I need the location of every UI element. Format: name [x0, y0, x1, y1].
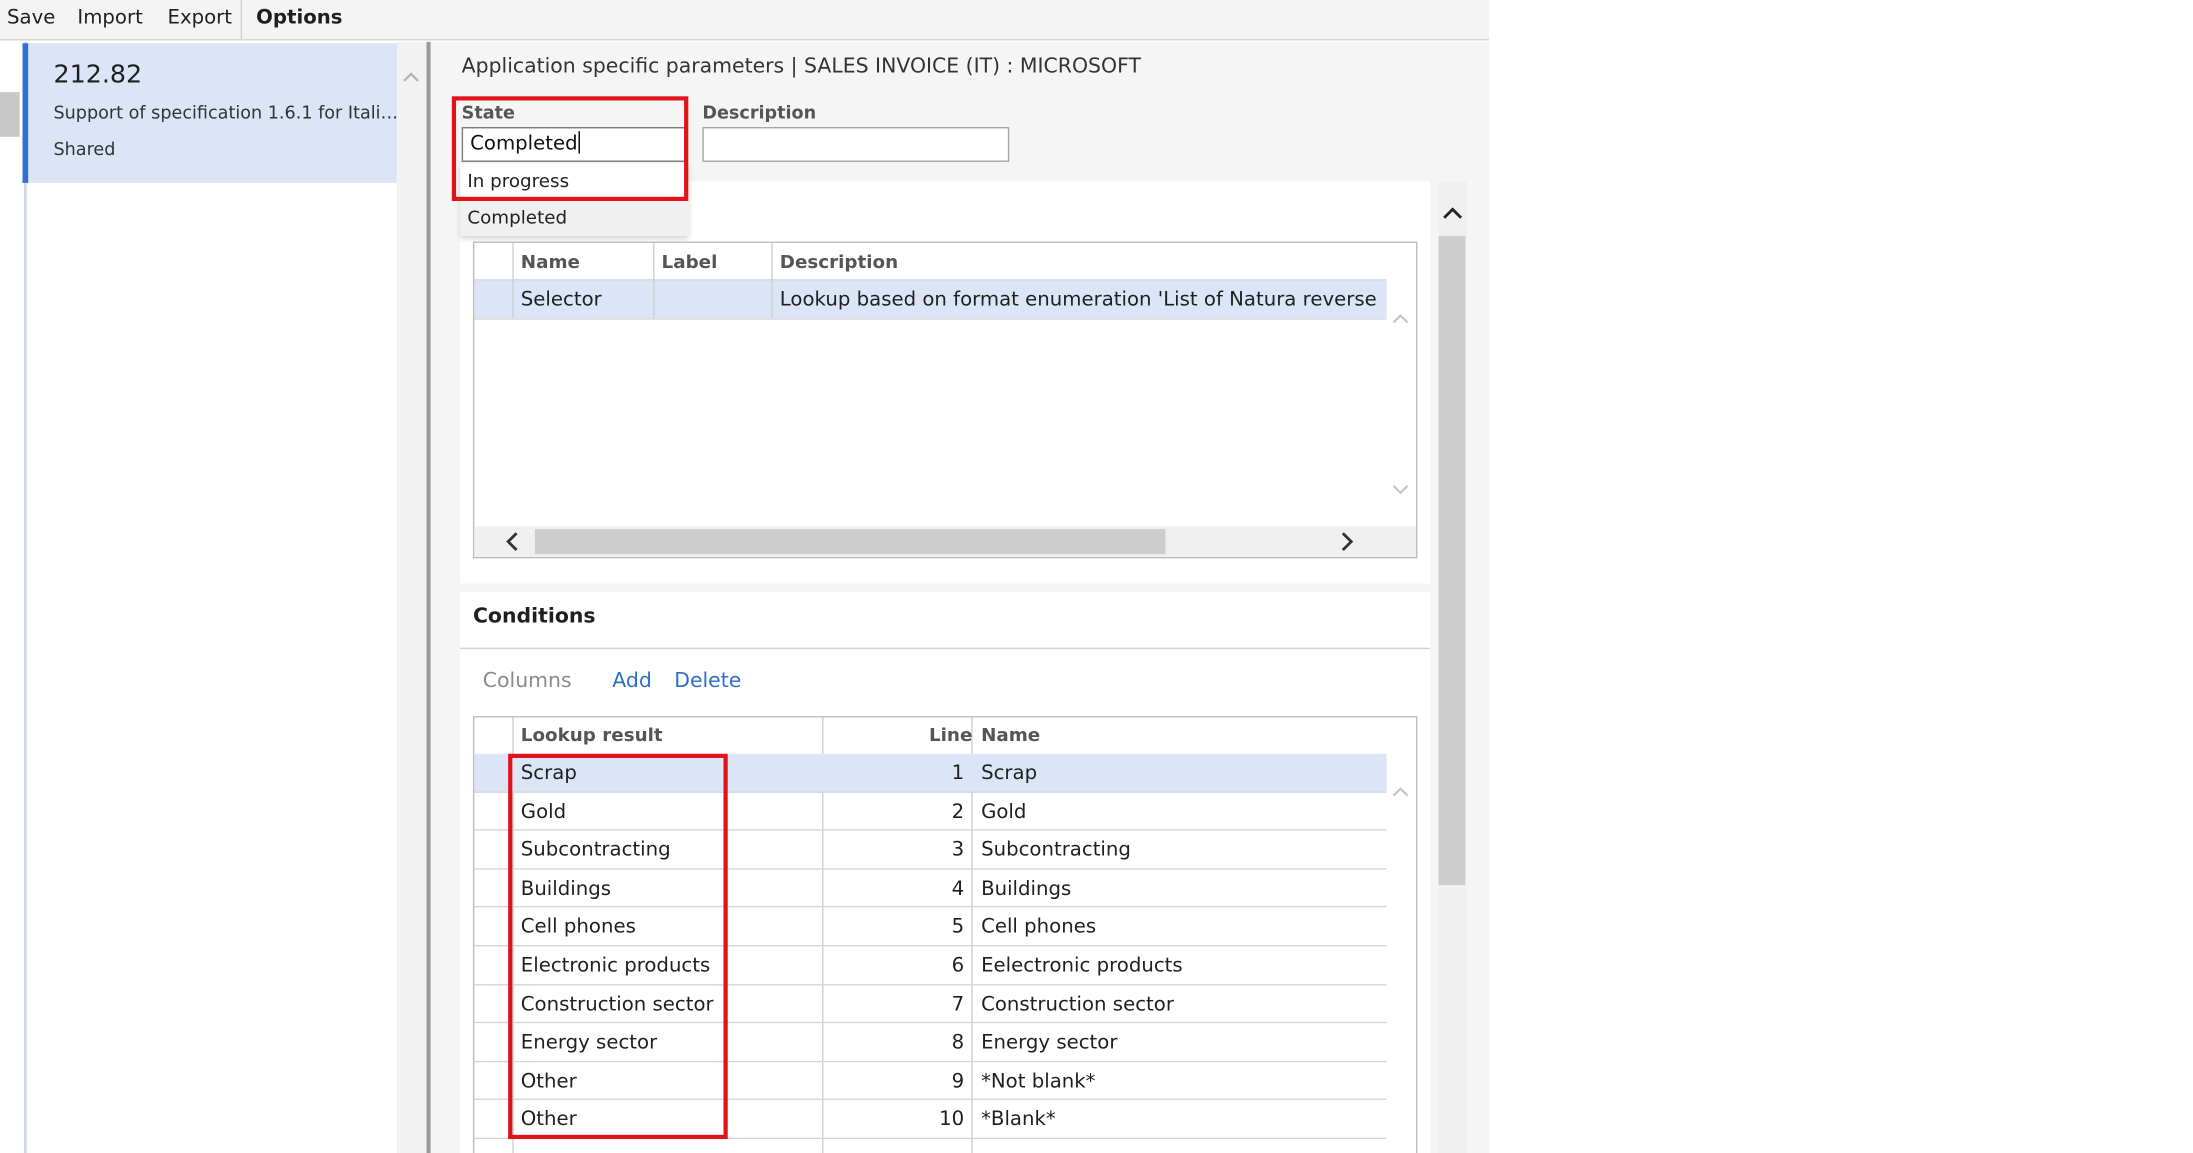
cell-line: 5 — [951, 916, 965, 939]
conditions-divider — [460, 647, 1431, 650]
row-divider — [474, 318, 1387, 320]
cell-line: 4 — [951, 877, 965, 901]
chevron-down-icon[interactable] — [1391, 482, 1411, 499]
chevron-up-icon[interactable] — [1441, 202, 1464, 222]
cell-name: Gold — [981, 800, 1027, 824]
col-label[interactable]: Label — [662, 253, 718, 274]
lookup-result-highlight-box — [508, 753, 728, 1140]
page-title: Application specific parameters | SALES … — [461, 55, 1141, 79]
chevron-up-icon[interactable] — [1391, 783, 1411, 800]
left-scroll-gutter — [396, 41, 428, 1153]
col-name[interactable]: Name — [521, 253, 580, 274]
version-number: 212.82 — [53, 60, 143, 90]
screen: Save Import Export Options 212.82 Suppor… — [0, 0, 2193, 1153]
save-button[interactable]: Save — [7, 0, 55, 39]
blank-area — [1489, 0, 2193, 1153]
col-divider — [653, 242, 655, 319]
left-edge-handle[interactable] — [0, 92, 20, 137]
options-button[interactable]: Options — [256, 0, 342, 39]
delete-button[interactable]: Delete — [674, 670, 741, 692]
cell-name: Subcontracting — [981, 839, 1131, 862]
col-divider — [771, 242, 773, 319]
col-divider — [512, 242, 514, 319]
cell-line: 1 — [951, 762, 965, 785]
cell-line: 9 — [951, 1070, 965, 1093]
col-lookup-result[interactable]: Lookup result — [521, 726, 663, 747]
add-button[interactable]: Add — [612, 670, 652, 692]
conditions-title: Conditions — [472, 605, 596, 629]
col-name[interactable]: Name — [981, 726, 1040, 747]
horizontal-scroll-thumb[interactable] — [534, 529, 1166, 555]
chevron-up-icon[interactable] — [401, 67, 421, 87]
description-label: Description — [702, 101, 817, 123]
description-field[interactable] — [702, 127, 1010, 162]
cell-name: Scrap — [981, 762, 1038, 785]
import-button[interactable]: Import — [77, 0, 142, 39]
export-button[interactable]: Export — [168, 0, 233, 39]
col-description[interactable]: Description — [780, 253, 898, 274]
cell-line: 2 — [951, 800, 965, 824]
col-line[interactable]: Line — [929, 726, 972, 747]
cell-name: Energy sector — [981, 1031, 1118, 1055]
chevron-up-icon[interactable] — [1391, 310, 1411, 327]
vertical-scroll-thumb[interactable] — [1438, 235, 1466, 885]
cell-name: Eelectronic products — [981, 954, 1183, 978]
cell-name: Cell phones — [981, 916, 1097, 939]
option-completed[interactable]: Completed — [467, 208, 567, 229]
version-status: Shared — [53, 138, 116, 160]
cell-line: 8 — [951, 1031, 965, 1055]
cell-line: 6 — [951, 954, 965, 978]
cell-line: 7 — [951, 993, 965, 1016]
cell-name: *Blank* — [981, 1108, 1056, 1132]
state-highlight-box — [451, 96, 689, 202]
cell-description: Lookup based on format enumeration 'List… — [779, 288, 1383, 312]
left-divider — [23, 41, 27, 1153]
action-toolbar: Save Import Export Options — [0, 0, 1490, 41]
cell-name: *Not blank* — [981, 1070, 1096, 1093]
cell-name: Construction sector — [981, 993, 1174, 1016]
cell-name: Selector — [520, 288, 602, 312]
columns-button[interactable]: Columns — [483, 670, 572, 692]
cell-name: Buildings — [981, 877, 1072, 901]
toolbar-divider — [240, 0, 243, 40]
version-card[interactable]: 212.82 Support of specification 1.6.1 fo… — [22, 43, 400, 183]
version-description: Support of specification 1.6.1 for Itali… — [53, 101, 400, 123]
cell-line: 3 — [951, 839, 965, 862]
cell-line: 10 — [939, 1108, 965, 1132]
chevron-right-icon[interactable] — [1337, 530, 1357, 552]
chevron-left-icon[interactable] — [503, 530, 523, 552]
